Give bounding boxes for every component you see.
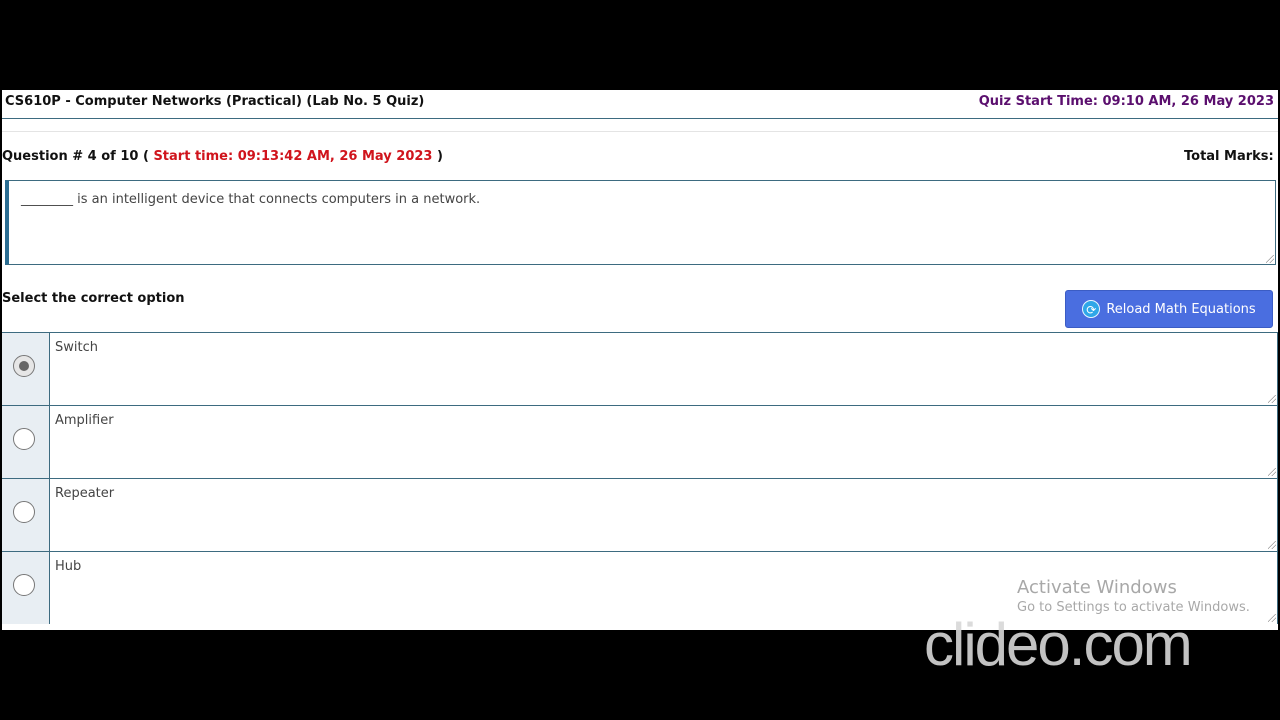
option-label: Switch [55, 340, 98, 355]
reload-button-label: Reload Math Equations [1106, 301, 1256, 317]
radio-cell [2, 333, 50, 405]
divider [1277, 406, 1278, 478]
option-row-repeater[interactable]: Repeater [2, 478, 1278, 551]
option-label: Amplifier [55, 413, 114, 428]
divider [1277, 479, 1278, 551]
radio-cell [2, 406, 50, 478]
divider [2, 131, 1278, 132]
option-row-amplifier[interactable]: Amplifier [2, 405, 1278, 478]
divider [1277, 552, 1278, 624]
resize-grip-icon[interactable] [1268, 468, 1276, 476]
option-radio-switch[interactable] [13, 355, 35, 377]
question-number: Question # 4 of 10 ( [2, 149, 149, 164]
option-radio-repeater[interactable] [13, 501, 35, 523]
watermark-title: Activate Windows [1017, 577, 1177, 598]
question-text: ________ is an intelligent device that c… [21, 192, 481, 207]
select-option-label: Select the correct option [2, 291, 185, 306]
radio-cell [2, 479, 50, 551]
quiz-page: CS610P - Computer Networks (Practical) (… [2, 90, 1278, 630]
resize-grip-icon[interactable] [1268, 395, 1276, 403]
divider [1277, 333, 1278, 405]
radio-cell [2, 552, 50, 624]
total-marks: Total Marks: 1 [1184, 149, 1278, 164]
quiz-start-time: Quiz Start Time: 09:10 AM, 26 May 2023 [978, 94, 1274, 109]
resize-grip-icon[interactable] [1268, 541, 1276, 549]
option-row-switch[interactable]: Switch [2, 332, 1278, 405]
course-title: CS610P - Computer Networks (Practical) (… [5, 94, 425, 109]
clideo-watermark-logo: clideo.com [924, 611, 1193, 678]
question-start-time: Start time: 09:13:42 AM, 26 May 2023 [153, 149, 433, 164]
video-frame: CS610P - Computer Networks (Practical) (… [0, 0, 1280, 720]
resize-grip-icon[interactable] [1268, 614, 1276, 622]
resize-grip-icon[interactable] [1266, 255, 1274, 263]
option-label: Repeater [55, 486, 115, 501]
question-heading: Question # 4 of 10 ( Start time: 09:13:4… [2, 149, 443, 164]
reload-math-equations-button[interactable]: ⟳ Reload Math Equations [1065, 290, 1273, 328]
question-close-paren: ) [437, 149, 443, 164]
option-label: Hub [55, 559, 82, 574]
course-header: CS610P - Computer Networks (Practical) (… [2, 90, 1278, 119]
option-radio-hub[interactable] [13, 574, 35, 596]
refresh-icon: ⟳ [1082, 300, 1101, 318]
option-radio-amplifier[interactable] [13, 428, 35, 450]
question-textarea[interactable]: ________ is an intelligent device that c… [5, 180, 1276, 265]
